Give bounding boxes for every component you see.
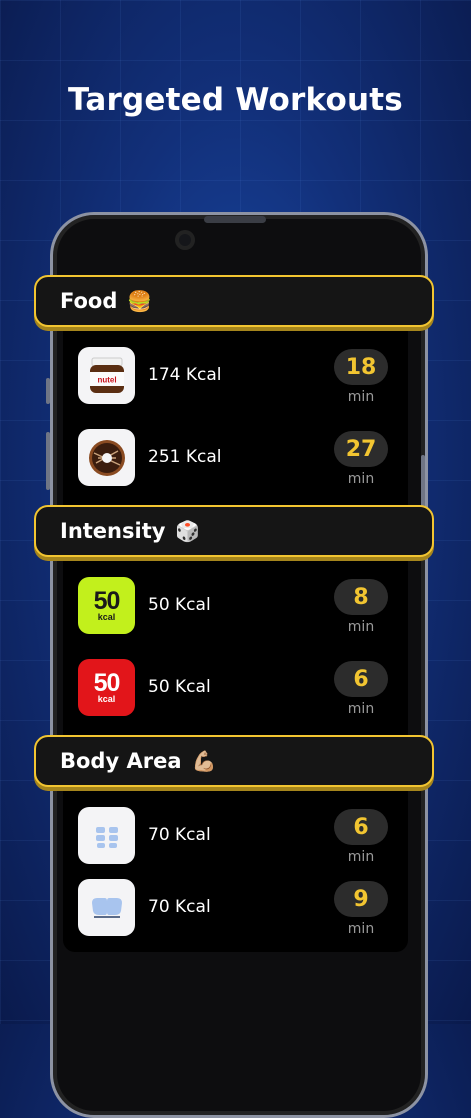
minutes-badge: 8 <box>334 579 388 615</box>
minutes-unit: min <box>347 849 375 865</box>
minutes-badge: 6 <box>334 809 388 845</box>
phone-volume-up <box>46 432 50 490</box>
kcal-label: 174 Kcal <box>148 365 222 385</box>
flexed-bicep-icon: 💪🏼 <box>191 749 217 773</box>
dice-icon: 🎲 <box>175 519 201 543</box>
minutes-badge: 6 <box>334 661 388 697</box>
kcal-label: 251 Kcal <box>148 447 222 467</box>
list-item[interactable]: 50 kcal 50 Kcal 8 min <box>78 577 388 635</box>
list-item[interactable]: nutel 174 Kcal 18 min <box>78 347 388 405</box>
category-body-area[interactable]: Body Area 💪🏼 <box>34 735 434 787</box>
minutes-badge: 27 <box>334 431 388 467</box>
phone-side-button <box>46 378 50 404</box>
phone-camera <box>175 230 195 250</box>
abs-icon <box>78 807 135 864</box>
minutes-badge: 18 <box>334 349 388 385</box>
minutes-unit: min <box>347 619 375 635</box>
kcal-label: 70 Kcal <box>148 825 211 845</box>
nutella-jar-icon: nutel <box>78 347 135 404</box>
minutes-badge: 9 <box>334 881 388 917</box>
category-intensity[interactable]: Intensity 🎲 <box>34 505 434 557</box>
category-label: Body Area <box>60 749 182 773</box>
minutes-unit: min <box>347 921 375 937</box>
kcal-label: 70 Kcal <box>148 897 211 917</box>
list-item[interactable]: 50 kcal 50 Kcal 6 min <box>78 659 388 717</box>
list-item[interactable]: 251 Kcal 27 min <box>78 429 388 487</box>
chest-icon <box>78 879 135 936</box>
minutes-unit: min <box>347 701 375 717</box>
minutes-unit: min <box>347 389 375 405</box>
minutes-unit: min <box>347 471 375 487</box>
list-item[interactable]: 70 Kcal 9 min <box>78 879 388 937</box>
category-label: Intensity <box>60 519 166 543</box>
chocolate-donut-icon <box>78 429 135 486</box>
intensity-50-red-icon: 50 kcal <box>78 659 135 716</box>
intensity-50-green-icon: 50 kcal <box>78 577 135 634</box>
burger-icon: 🍔 <box>127 289 153 313</box>
category-food[interactable]: Food 🍔 <box>34 275 434 327</box>
intensity-number: 50 <box>93 669 121 697</box>
svg-text:nutel: nutel <box>97 375 116 384</box>
category-label: Food <box>60 289 118 313</box>
phone-speaker <box>204 216 266 223</box>
kcal-label: 50 Kcal <box>148 595 211 615</box>
intensity-number: 50 <box>93 587 121 615</box>
kcal-label: 50 Kcal <box>148 677 211 697</box>
list-item[interactable]: 70 Kcal 6 min <box>78 807 388 865</box>
page-title: Targeted Workouts <box>68 82 403 118</box>
